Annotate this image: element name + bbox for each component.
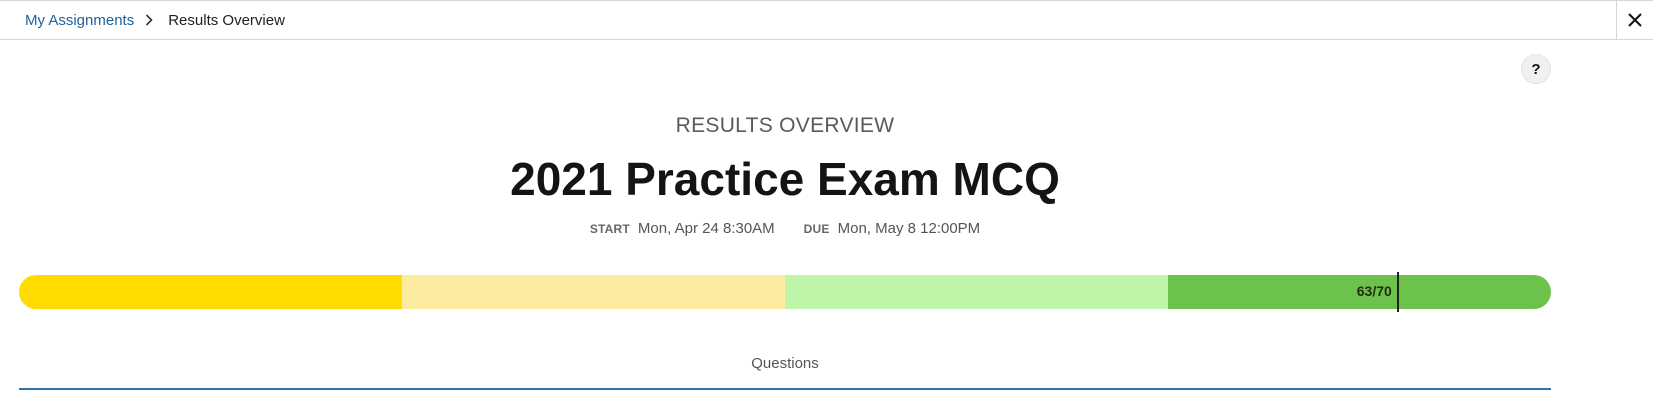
close-icon (1628, 13, 1642, 27)
page-title: 2021 Practice Exam MCQ (510, 153, 1060, 205)
assignment-dates: START Mon, Apr 24 8:30AM DUE Mon, May 8 … (0, 220, 1570, 237)
score-band-3 (785, 275, 1168, 309)
score-marker (1396, 272, 1399, 312)
due-label: DUE (803, 222, 830, 236)
help-button[interactable]: ? (1521, 54, 1551, 84)
breadcrumb: My Assignments Results Overview (25, 1, 285, 39)
score-bar (19, 275, 1551, 309)
score-band-2 (402, 275, 785, 309)
due-date: Mon, May 8 12:00PM (837, 220, 981, 237)
questions-heading: Questions (751, 355, 819, 372)
section-divider (19, 388, 1551, 390)
page-overline: RESULTS OVERVIEW (675, 114, 895, 137)
start-date: Mon, Apr 24 8:30AM (637, 220, 775, 237)
score-value: 63/70 (1356, 283, 1392, 299)
chevron-right-icon (145, 14, 155, 26)
score-band-1 (19, 275, 402, 309)
top-bar: My Assignments Results Overview (0, 0, 1653, 40)
close-button[interactable] (1616, 1, 1653, 39)
breadcrumb-current: Results Overview (168, 11, 285, 29)
start-label: START (589, 222, 630, 236)
breadcrumb-link-my-assignments[interactable]: My Assignments (25, 12, 134, 29)
